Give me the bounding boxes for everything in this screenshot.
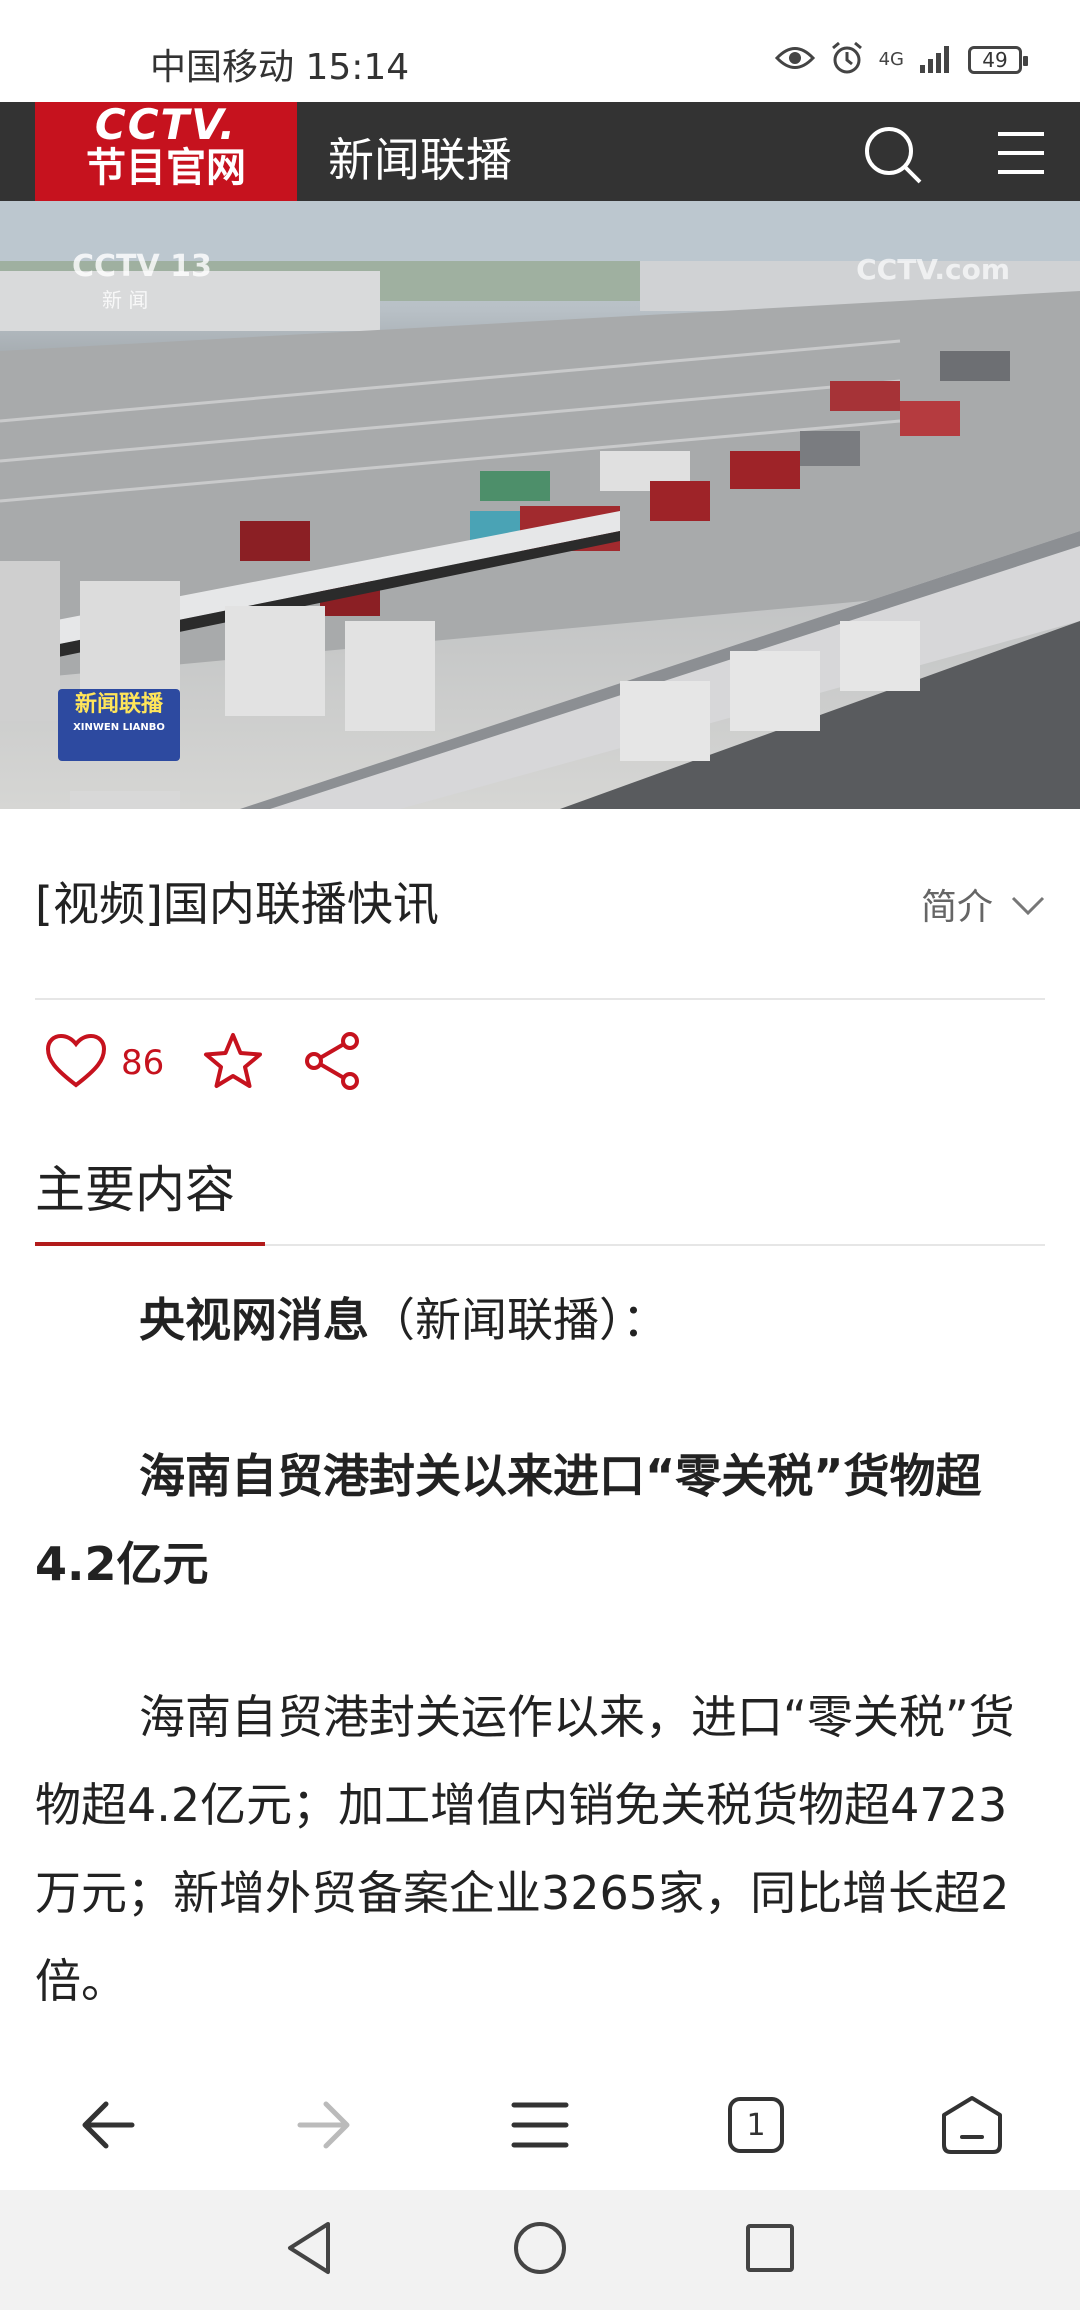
nav-home-icon[interactable] — [512, 2220, 568, 2280]
article-paragraph: 海南自贸港封关运作以来，进口“零关税”货物超4.2亿元；加工增值内销免关税货物超… — [35, 1673, 1045, 2025]
battery-icon: 49 — [968, 46, 1028, 74]
source-program: （新闻联播）： — [369, 1293, 668, 1347]
tabs-button[interactable]: 1 — [706, 2075, 806, 2175]
intro-toggle[interactable]: 简介 — [921, 878, 1045, 930]
system-navigation — [0, 2190, 1080, 2310]
nav-recents-icon[interactable] — [744, 2220, 796, 2280]
article-paragraph: 央视网消息（新闻联播）： — [35, 1276, 1045, 1364]
nav-back-icon[interactable] — [284, 2220, 334, 2280]
source-label: 央视网消息 — [139, 1293, 369, 1347]
share-icon[interactable] — [302, 1031, 364, 1095]
tab-main-content[interactable]: 主要内容 — [35, 1150, 235, 1222]
like-icon[interactable] — [45, 1033, 107, 1093]
divider — [35, 998, 1045, 1000]
home-icon[interactable] — [922, 2075, 1022, 2175]
chevron-down-icon — [1011, 884, 1045, 925]
forward-icon[interactable] — [274, 2075, 374, 2175]
star-icon[interactable] — [202, 1031, 264, 1095]
article-headline: 海南自贸港封关以来进口“零关税”货物超4.2亿元 — [35, 1432, 1045, 1608]
page-title: 新闻联播 — [328, 133, 512, 187]
channel-watermark: CCTV 13 新 闻 — [72, 249, 212, 312]
headline-text: 海南自贸港封关以来进口“零关税”货物超4.2亿元 — [35, 1449, 982, 1591]
intro-label: 简介 — [920, 887, 993, 928]
logo-text-line2: 节目官网 — [86, 145, 246, 191]
logo-text-line1: CCTV. — [94, 100, 238, 149]
carrier-time: 中国移动 15:14 — [150, 47, 410, 88]
site-watermark: CCTV.com — [856, 253, 1010, 286]
search-icon[interactable] — [862, 124, 924, 190]
news-program-badge: 新闻联播 XINWEN LIANBO — [58, 689, 180, 761]
like-count: 86 — [121, 1043, 165, 1083]
video-player[interactable]: CCTV 13 新 闻 CCTV.com 新闻联播 XINWEN LIANBO — [0, 201, 1080, 809]
back-icon[interactable] — [58, 2075, 158, 2175]
signal-icon — [918, 43, 954, 77]
browser-toolbar: 1 — [0, 2060, 1080, 2190]
network-label: 4G — [878, 49, 904, 70]
article-actions: 86 — [45, 1030, 364, 1096]
alarm-icon — [829, 40, 865, 80]
menu-icon[interactable] — [996, 130, 1046, 180]
eye-icon — [774, 45, 815, 75]
site-header: CCTV. 节目官网 新闻联播 — [0, 102, 1080, 201]
menu-icon[interactable] — [490, 2075, 590, 2175]
cctv-logo[interactable]: CCTV. 节目官网 — [35, 102, 297, 201]
body-text: 海南自贸港封关运作以来，进口“零关税”货物超4.2亿元；加工增值内销免关税货物超… — [35, 1690, 1015, 2008]
article-title: [视频]国内联播快讯 — [35, 877, 439, 931]
status-icons: 4G 49 — [774, 40, 1028, 80]
tab-count: 1 — [728, 2097, 784, 2153]
status-bar: 中国移动 15:14 4G 49 — [0, 0, 1080, 102]
active-tab-underline — [35, 1242, 265, 1246]
